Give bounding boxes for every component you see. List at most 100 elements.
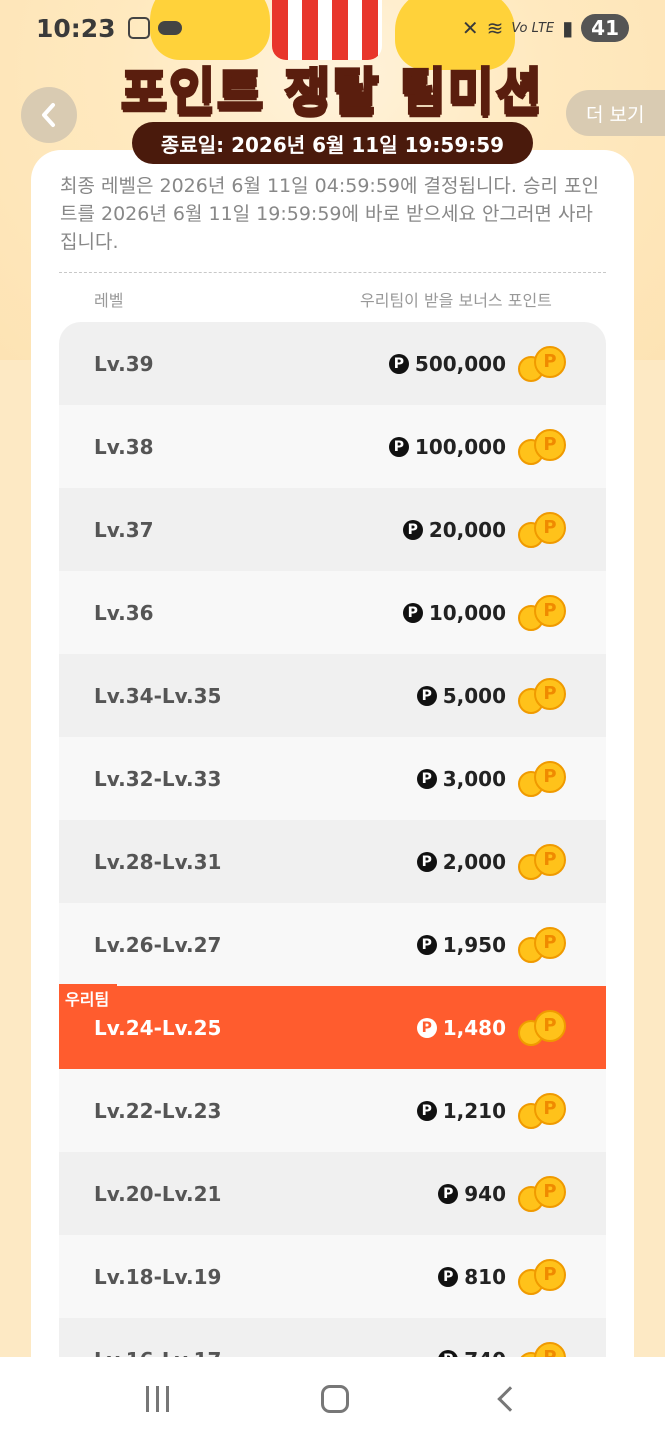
points-value: 10,000: [428, 600, 506, 625]
bonus-points: P 940: [438, 1182, 506, 1206]
table-row: Lv.39 P 500,000 P: [59, 322, 606, 405]
level-label: Lv.24-Lv.25: [94, 1015, 222, 1040]
status-bar: 10:23 ✕ ≋ Vo LTE ▮ 41: [0, 0, 665, 56]
battery-indicator: 41: [581, 14, 629, 42]
level-label: Lv.18-Lv.19: [94, 1264, 222, 1289]
level-label: Lv.22-Lv.23: [94, 1098, 222, 1123]
coin-large-icon: P: [534, 760, 566, 793]
coin-large-icon: P: [534, 594, 566, 627]
points-value: 1,950: [442, 932, 506, 957]
point-badge-icon: P: [402, 519, 423, 540]
level-label: Lv.20-Lv.21: [94, 1181, 222, 1206]
recent-apps-icon[interactable]: [146, 1385, 169, 1412]
nav-back-icon[interactable]: [497, 1385, 523, 1412]
column-header-level: 레벨: [94, 291, 124, 310]
bonus-points: P 810: [438, 1265, 506, 1289]
points-value: 5,000: [442, 683, 506, 708]
coin-large-icon: P: [534, 1175, 566, 1208]
level-label: Lv.28-Lv.31: [94, 849, 222, 874]
table-row: Lv.34-Lv.35 P 5,000 P: [59, 654, 606, 737]
level-label: Lv.38: [94, 434, 154, 459]
coin-icon: P: [518, 843, 566, 880]
coin-large-icon: P: [534, 1341, 566, 1357]
system-nav-bar: [0, 1357, 665, 1440]
points-value: 3,000: [442, 766, 506, 791]
points-value: 1,210: [442, 1098, 506, 1123]
point-badge-icon: P: [416, 851, 437, 872]
coin-icon: P: [518, 926, 566, 963]
table-row: Lv.22-Lv.23 P 1,210 P: [59, 1069, 606, 1152]
bonus-points: P 500,000: [388, 352, 506, 376]
coin-icon: P: [518, 677, 566, 714]
points-value: 100,000: [414, 434, 506, 459]
table-row: Lv.16-Lv.17 P 740 P: [59, 1318, 606, 1357]
coin-icon: P: [518, 428, 566, 465]
network-label: Vo LTE: [511, 20, 555, 36]
instagram-icon: [127, 17, 150, 39]
point-badge-icon: P: [388, 353, 409, 374]
level-label: Lv.34-Lv.35: [94, 683, 222, 708]
coin-large-icon: P: [534, 345, 566, 378]
dashed-divider: [59, 272, 606, 273]
level-label: Lv.36: [94, 600, 154, 625]
level-label: Lv.37: [94, 517, 154, 542]
notification-icons: [127, 17, 182, 39]
coin-icon: P: [518, 345, 566, 382]
status-right-icons: ✕ ≋ Vo LTE ▮ 41: [462, 14, 629, 42]
point-badge-icon: P: [416, 934, 437, 955]
coin-large-icon: P: [534, 1009, 566, 1042]
coin-large-icon: P: [534, 511, 566, 544]
point-badge-icon: P: [416, 1100, 437, 1121]
coin-large-icon: P: [534, 677, 566, 710]
table-row: Lv.37 P 20,000 P: [59, 488, 606, 571]
coin-large-icon: P: [534, 428, 566, 461]
level-label: Lv.26-Lv.27: [94, 932, 222, 957]
level-label: Lv.39: [94, 351, 154, 376]
reward-table[interactable]: Lv.39 P 500,000 P Lv.38 P 100,000 P Lv.37 P 20,000…: [59, 322, 606, 1357]
more-button[interactable]: 더 보기: [566, 90, 665, 136]
table-row: Lv.26-Lv.27 P 1,950 P: [59, 903, 606, 986]
coin-icon: P: [518, 1009, 566, 1046]
coin-icon: P: [518, 511, 566, 548]
deadline-pill: 종료일: 2026년 6월 11일 19:59:59: [132, 122, 533, 164]
points-value: 940: [464, 1181, 506, 1206]
level-label: Lv.16-Lv.17: [94, 1348, 221, 1358]
table-row: Lv.32-Lv.33 P 3,000 P: [59, 737, 606, 820]
my-team-tag: 우리팀: [59, 984, 118, 1013]
bonus-points: P 5,000: [416, 683, 506, 708]
points-value: 740: [464, 1348, 506, 1358]
bonus-points: P 2,000: [416, 849, 506, 874]
coin-icon: P: [518, 1092, 566, 1129]
coin-icon: P: [518, 1258, 566, 1295]
back-button[interactable]: [21, 87, 77, 143]
description-text: 최종 레벨은 2026년 6월 11일 04:59:59에 결정됩니다. 승리 …: [60, 175, 599, 253]
coin-large-icon: P: [534, 926, 566, 959]
coin-icon: P: [518, 760, 566, 797]
bonus-points: P 1,480: [416, 1015, 506, 1040]
level-label: Lv.32-Lv.33: [94, 766, 222, 791]
bonus-points: P 100,000: [388, 434, 506, 459]
bonus-points: P 1,950: [416, 932, 506, 957]
coin-icon: P: [518, 594, 566, 631]
point-badge-icon: P: [438, 1266, 459, 1287]
coin-large-icon: P: [534, 1258, 566, 1291]
point-badge-icon: P: [416, 1017, 437, 1038]
wifi-icon: ≋: [486, 16, 504, 40]
table-row: Lv.36 P 10,000 P: [59, 571, 606, 654]
status-time: 10:23: [36, 13, 116, 43]
points-value: 2,000: [442, 849, 506, 874]
point-badge-icon: P: [438, 1183, 459, 1204]
table-row: Lv.38 P 100,000 P: [59, 405, 606, 488]
points-value: 1,480: [442, 1015, 506, 1040]
table-row: Lv.18-Lv.19 P 810 P: [59, 1235, 606, 1318]
bonus-points: P 740: [438, 1348, 506, 1358]
bonus-points: P 3,000: [416, 766, 506, 791]
home-icon[interactable]: [321, 1384, 349, 1413]
coin-large-icon: P: [534, 1092, 566, 1125]
bonus-points: P 20,000: [402, 518, 506, 542]
point-badge-icon: P: [438, 1349, 459, 1357]
points-value: 810: [464, 1264, 506, 1289]
coin-large-icon: P: [534, 843, 566, 876]
mute-icon: ✕: [461, 16, 479, 40]
bonus-points: P 10,000: [402, 600, 506, 625]
